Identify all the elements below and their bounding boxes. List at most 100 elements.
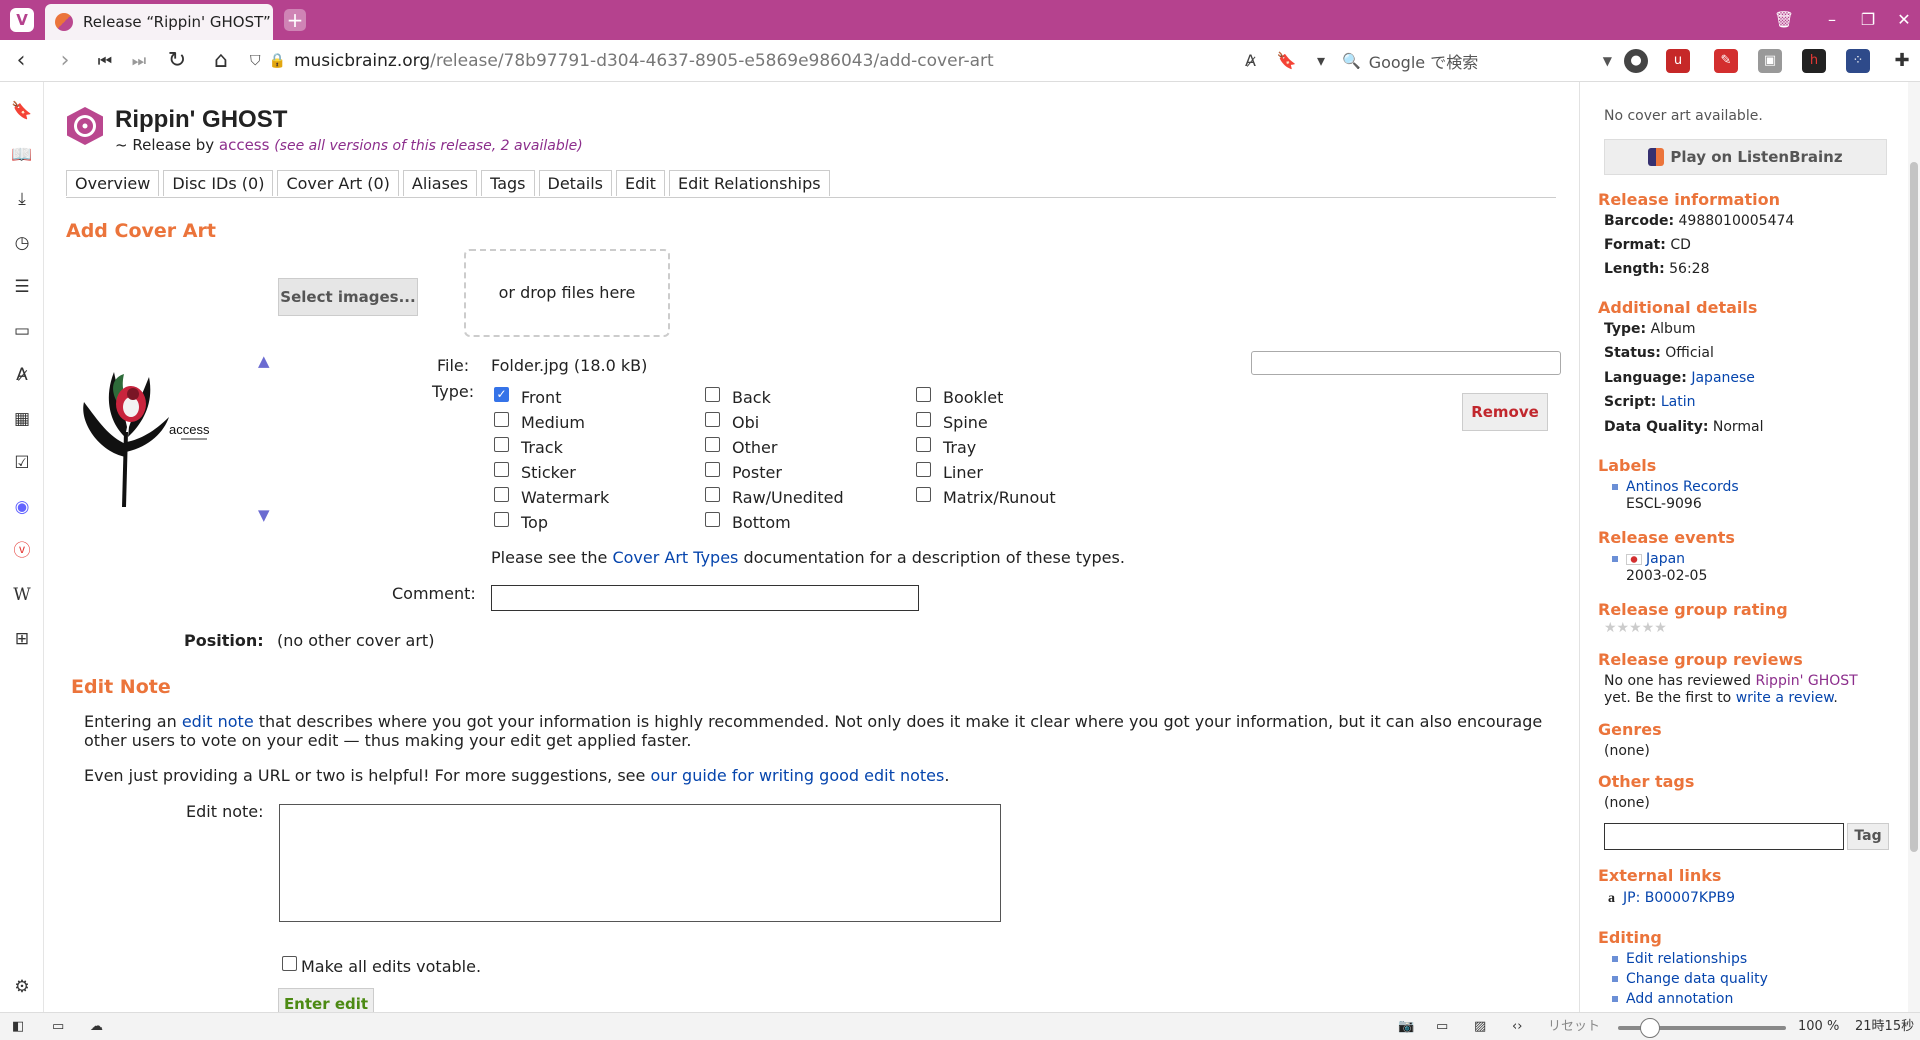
checkbox-box[interactable] xyxy=(705,462,720,477)
extension-gray-icon[interactable]: ▣ xyxy=(1758,49,1782,73)
type-checkbox-top[interactable]: Top xyxy=(494,512,548,532)
trash-icon[interactable]: 🗑 xyxy=(1772,8,1796,32)
event-country-link[interactable]: Japan xyxy=(1646,551,1685,567)
extensions-puzzle-icon[interactable]: ✚ xyxy=(1890,49,1914,73)
history-icon[interactable]: ◷ xyxy=(11,232,33,254)
add-panel-icon[interactable]: ⊞ xyxy=(11,628,33,650)
label-link[interactable]: Antinos Records xyxy=(1626,479,1739,495)
drop-zone[interactable]: or drop files here xyxy=(464,249,670,337)
page-scrollbar[interactable] xyxy=(1908,82,1920,1012)
vivaldi-menu-icon[interactable]: V xyxy=(10,8,34,32)
wikipedia-icon[interactable]: W xyxy=(11,584,33,606)
forward-icon[interactable]: › xyxy=(52,48,78,74)
move-up-arrow-icon[interactable]: ▲ xyxy=(258,352,270,370)
enter-edit-button[interactable]: Enter edit xyxy=(278,988,374,1012)
tab-overview[interactable]: Overview xyxy=(66,170,160,196)
calendar-icon[interactable]: ▦ xyxy=(11,408,33,430)
versions-link[interactable]: (see all versions of this release, 2 ava… xyxy=(274,138,582,154)
comment-input[interactable] xyxy=(491,585,919,611)
notes-icon[interactable]: ☰ xyxy=(11,276,33,298)
active-tab[interactable]: Release “Rippin' GHOST” b xyxy=(45,4,273,40)
mastodon-icon[interactable]: ◉ xyxy=(11,496,33,518)
back-icon[interactable]: ‹ xyxy=(8,48,34,74)
translate-icon[interactable]: A̷ xyxy=(1245,48,1256,74)
home-icon[interactable]: ⌂ xyxy=(208,48,234,74)
type-checkbox-sticker[interactable]: Sticker xyxy=(494,462,576,482)
tag-input[interactable] xyxy=(1604,823,1844,850)
panel-toggle-icon[interactable]: ◧ xyxy=(12,1017,24,1037)
language-link[interactable]: Japanese xyxy=(1691,370,1755,386)
zoom-slider-handle[interactable] xyxy=(1640,1018,1660,1038)
listenbrainz-button[interactable]: Play on ListenBrainz xyxy=(1604,139,1887,175)
tiling-icon[interactable]: ▭ xyxy=(1436,1017,1448,1037)
fast-forward-icon[interactable]: ⏭ xyxy=(126,48,152,74)
checkbox-box[interactable] xyxy=(705,387,720,402)
type-checkbox-obi[interactable]: Obi xyxy=(705,412,759,432)
type-checkbox-medium[interactable]: Medium xyxy=(494,412,585,432)
checkbox-box[interactable] xyxy=(916,412,931,427)
new-tab-icon[interactable]: + xyxy=(284,9,306,31)
tab-aliases[interactable]: Aliases xyxy=(402,170,478,196)
change-data-quality-link[interactable]: Change data quality xyxy=(1626,971,1768,987)
checkbox-box[interactable] xyxy=(705,512,720,527)
ublock-icon[interactable]: u xyxy=(1666,49,1690,73)
edit-note-guide-link[interactable]: our guide for writing good edit notes xyxy=(650,766,944,785)
checkbox-box[interactable] xyxy=(916,462,931,477)
restore-icon[interactable]: ❐ xyxy=(1856,8,1880,32)
release-group-link[interactable]: Rippin' GHOST xyxy=(1755,673,1857,689)
type-checkbox-other[interactable]: Other xyxy=(705,437,777,457)
bookmarks-icon[interactable]: 🔖 xyxy=(11,100,33,122)
window-panel-icon[interactable]: ▭ xyxy=(11,320,33,342)
close-icon[interactable]: ✕ xyxy=(1892,8,1916,32)
tab-details[interactable]: Details xyxy=(538,170,612,196)
downloads-icon[interactable]: ⤓ xyxy=(11,188,33,210)
tab-tiling-icon[interactable]: ▭ xyxy=(52,1017,64,1037)
extension-h-icon[interactable]: h xyxy=(1802,49,1826,73)
type-checkbox-poster[interactable]: Poster xyxy=(705,462,782,482)
page-actions-icon[interactable]: ‹› xyxy=(1512,1017,1522,1037)
add-annotation-link[interactable]: Add annotation xyxy=(1626,991,1733,1007)
tab-tags[interactable]: Tags xyxy=(481,170,535,196)
type-checkbox-tray[interactable]: Tray xyxy=(916,437,976,457)
checkbox-box[interactable] xyxy=(705,412,720,427)
zoom-reset[interactable]: リセット xyxy=(1548,1017,1600,1037)
artist-link[interactable]: access xyxy=(219,136,270,154)
edit-relationships-link[interactable]: Edit relationships xyxy=(1626,951,1747,967)
type-checkbox-matrix-runout[interactable]: Matrix/Runout xyxy=(916,487,1056,507)
checkbox-box[interactable] xyxy=(494,487,509,502)
search-field[interactable]: 🔍 Google で検索 ▼ xyxy=(1342,48,1612,74)
tag-button[interactable]: Tag xyxy=(1847,823,1889,850)
scrollbar-thumb[interactable] xyxy=(1910,162,1918,852)
chevron-down-icon[interactable]: ▾ xyxy=(1317,48,1325,74)
edit-note-textarea[interactable] xyxy=(279,804,1001,922)
extension-blue-icon[interactable]: ⁘ xyxy=(1846,49,1870,73)
sync-cloud-icon[interactable]: ☁ xyxy=(90,1017,103,1037)
settings-gear-icon[interactable]: ⚙ xyxy=(11,976,33,998)
rating-stars-icon[interactable]: ★★★★★ xyxy=(1604,620,1667,636)
extension-red-icon[interactable]: ✎ xyxy=(1714,49,1738,73)
write-review-link[interactable]: write a review xyxy=(1736,690,1834,706)
checkbox-box[interactable] xyxy=(916,437,931,452)
amazon-link[interactable]: JP: B00007KPB9 xyxy=(1623,890,1735,906)
reading-list-icon[interactable]: 📖 xyxy=(11,144,33,166)
tab-edit[interactable]: Edit xyxy=(615,170,665,196)
profile-avatar-icon[interactable]: ● xyxy=(1624,49,1648,73)
vivaldi-panel-icon[interactable]: ⓥ xyxy=(11,540,33,562)
tab-cover-art[interactable]: Cover Art (0) xyxy=(277,170,399,196)
checkbox-box[interactable] xyxy=(705,437,720,452)
images-icon[interactable]: ▨ xyxy=(1474,1017,1486,1037)
checkbox-checked-icon[interactable]: ✓ xyxy=(494,387,509,402)
checkbox-box[interactable] xyxy=(705,487,720,502)
type-checkbox-raw-unedited[interactable]: Raw/Unedited xyxy=(705,487,844,507)
checkbox-box[interactable] xyxy=(916,487,931,502)
type-checkbox-track[interactable]: Track xyxy=(494,437,563,457)
checkbox-box[interactable] xyxy=(494,412,509,427)
type-checkbox-liner[interactable]: Liner xyxy=(916,462,983,482)
checkbox-box[interactable] xyxy=(494,512,509,527)
votable-checkbox[interactable]: Make all edits votable. xyxy=(282,956,481,976)
type-checkbox-booklet[interactable]: Booklet xyxy=(916,387,1003,407)
capture-icon[interactable]: 📷 xyxy=(1398,1017,1414,1037)
translate-panel-icon[interactable]: A̷ xyxy=(11,364,33,386)
edit-note-link[interactable]: edit note xyxy=(182,712,254,731)
script-link[interactable]: Latin xyxy=(1661,394,1696,410)
